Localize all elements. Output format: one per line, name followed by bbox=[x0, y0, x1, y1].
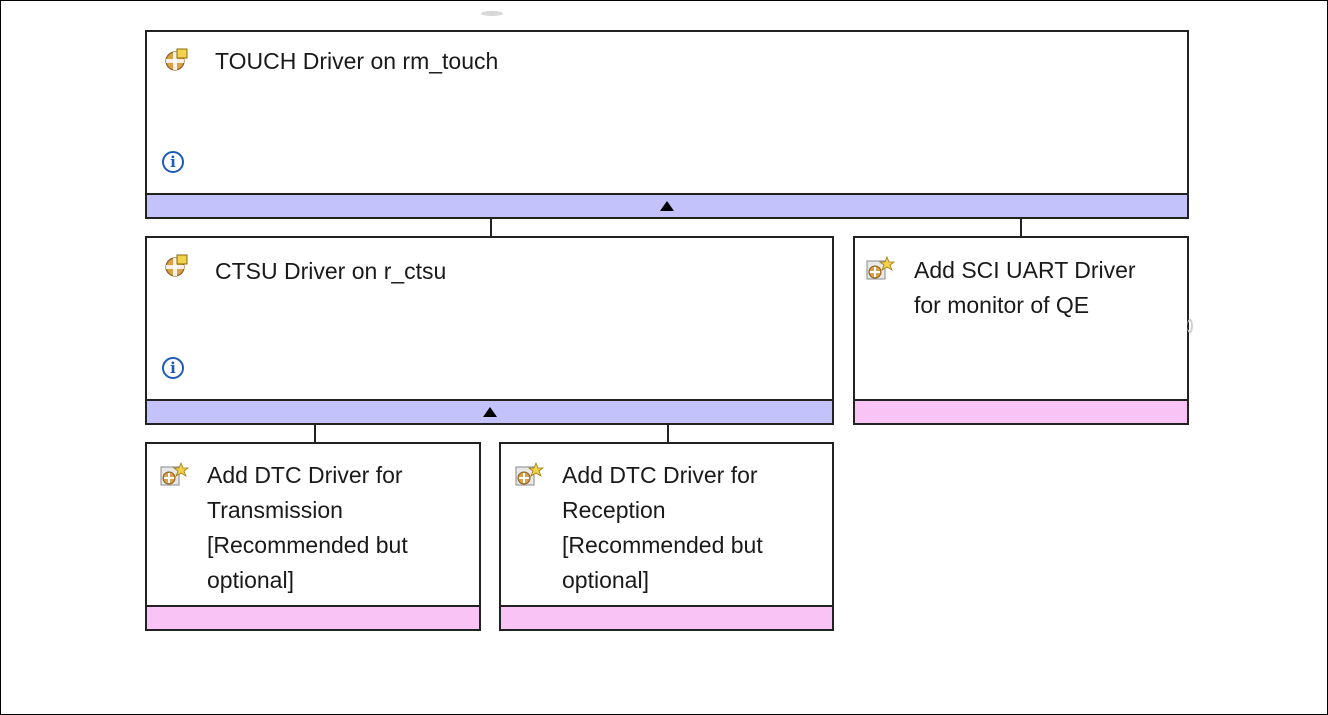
status-bar bbox=[147, 605, 479, 629]
node-title-line-2: for monitor of QE bbox=[914, 292, 1090, 318]
node-title-line-4: optional] bbox=[207, 567, 294, 593]
add-dtc-reception-node[interactable]: Add DTC Driver for Reception [Recommende… bbox=[499, 442, 834, 631]
node-title: TOUCH Driver on rm_touch bbox=[215, 48, 499, 74]
add-module-icon bbox=[514, 461, 545, 496]
node-title-line-1: Add DTC Driver for bbox=[207, 462, 403, 488]
node-title-line-2: Reception bbox=[562, 497, 666, 523]
info-icon[interactable]: i bbox=[162, 151, 184, 173]
scroll-hint-right bbox=[1187, 319, 1193, 333]
expand-bar[interactable] bbox=[147, 399, 832, 423]
connector-touch-ctsu bbox=[490, 218, 492, 238]
ctsu-driver-node[interactable]: CTSU Driver on r_ctsu i bbox=[145, 236, 834, 425]
node-title-line-1: Add SCI UART Driver bbox=[914, 257, 1136, 283]
add-module-icon bbox=[865, 255, 896, 290]
info-icon[interactable]: i bbox=[162, 357, 184, 379]
node-title-line-2: Transmission bbox=[207, 497, 343, 523]
node-title: CTSU Driver on r_ctsu bbox=[215, 258, 447, 284]
module-icon bbox=[163, 47, 189, 78]
status-bar bbox=[501, 605, 832, 629]
add-dtc-transmission-node[interactable]: Add DTC Driver for Transmission [Recomme… bbox=[145, 442, 481, 631]
add-sci-uart-driver-node[interactable]: Add SCI UART Driver for monitor of QE bbox=[853, 236, 1189, 425]
collapse-triangle-icon bbox=[660, 201, 674, 211]
stack-diagram-canvas: TOUCH Driver on rm_touch i CTSU Driver o… bbox=[0, 0, 1328, 715]
node-title-line-3: [Recommended but bbox=[562, 532, 763, 558]
expand-bar[interactable] bbox=[147, 193, 1187, 217]
add-module-icon bbox=[159, 461, 190, 496]
status-bar bbox=[855, 399, 1187, 423]
connector-ctsu-dtctx bbox=[314, 424, 316, 444]
touch-driver-node[interactable]: TOUCH Driver on rm_touch i bbox=[145, 30, 1189, 219]
node-title-line-3: [Recommended but bbox=[207, 532, 408, 558]
scroll-hint-top bbox=[481, 11, 503, 16]
node-title-line-4: optional] bbox=[562, 567, 649, 593]
collapse-triangle-icon bbox=[482, 407, 497, 417]
module-icon bbox=[163, 253, 189, 284]
connector-touch-sci bbox=[1020, 218, 1022, 238]
connector-ctsu-dtcrx bbox=[667, 424, 669, 444]
node-title-line-1: Add DTC Driver for bbox=[562, 462, 758, 488]
